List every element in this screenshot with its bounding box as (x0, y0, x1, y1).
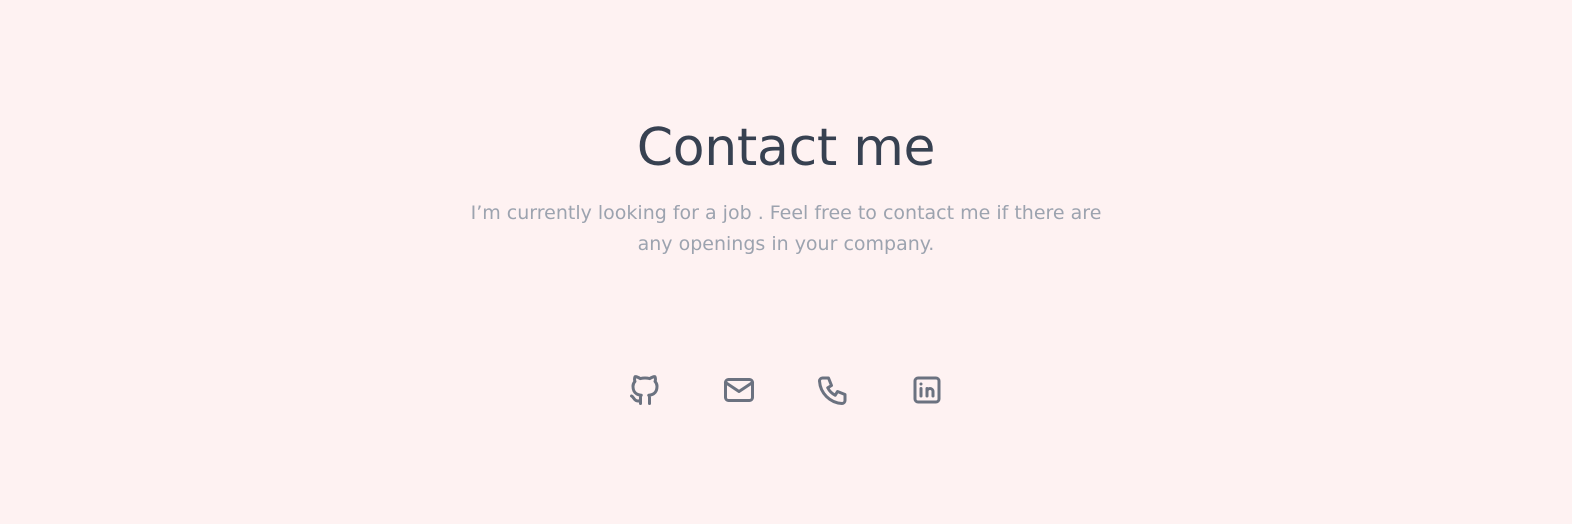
github-link[interactable] (627, 372, 663, 408)
linkedin-icon (913, 376, 941, 404)
github-icon (630, 375, 659, 405)
email-link[interactable] (721, 372, 757, 408)
contact-section: Contact me I’m currently looking for a j… (0, 0, 1572, 524)
mail-icon (724, 378, 754, 402)
contact-description: I’m currently looking for a job . Feel f… (470, 202, 1102, 255)
phone-icon (818, 376, 847, 405)
linkedin-link[interactable] (909, 372, 945, 408)
phone-link[interactable] (815, 372, 851, 408)
social-links (0, 372, 1572, 408)
page-title: Contact me (636, 118, 936, 178)
